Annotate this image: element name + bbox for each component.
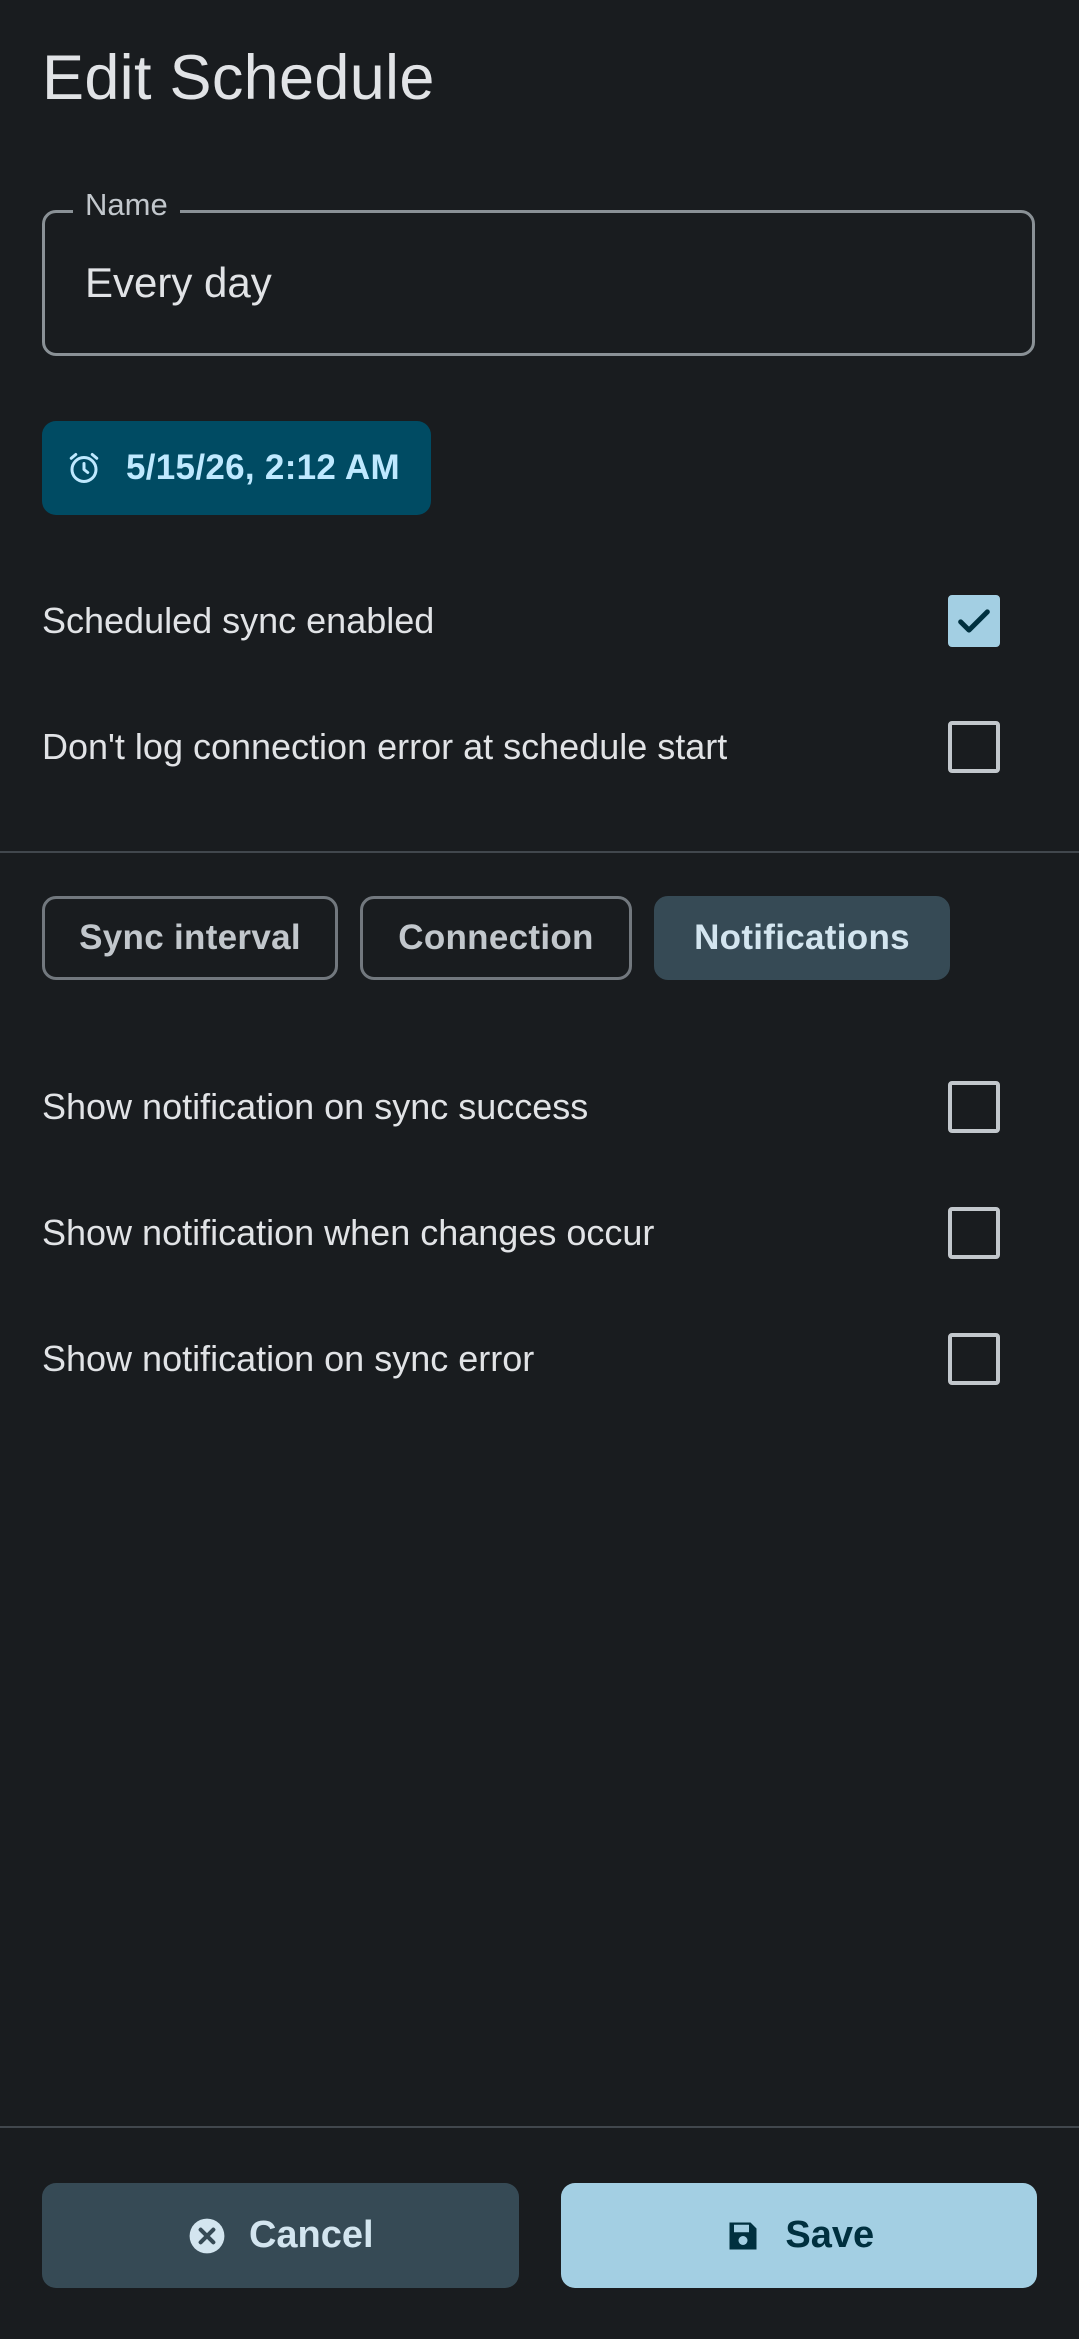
alarm-icon [64,448,104,488]
option-label: Don't log connection error at schedule s… [42,726,728,767]
tab-notifications[interactable]: Notifications [654,896,950,980]
tab-connection[interactable]: Connection [360,896,632,980]
dialog-title: Edit Schedule [42,43,435,113]
option-label: Show notification when changes occur [42,1212,655,1253]
save-disk-icon [723,2216,763,2256]
name-input[interactable]: Every day [85,259,272,307]
save-label: Save [785,2214,875,2256]
save-button[interactable]: Save [560,2183,1037,2288]
no-connection-error-checkbox[interactable] [948,721,1000,773]
section-divider [0,851,1079,853]
notification-sync-error[interactable]: Show notification on sync error [42,1319,1037,1399]
option-label: Show notification on sync error [42,1338,535,1379]
footer-divider [0,2126,1079,2128]
cancel-label: Cancel [248,2214,374,2256]
cancel-button[interactable]: Cancel [42,2183,519,2288]
option-no-connection-error-log[interactable]: Don't log connection error at schedule s… [42,707,1037,787]
action-bar: Cancel Save [42,2183,1037,2288]
name-field[interactable]: Name Every day [42,187,1035,356]
option-label: Show notification on sync success [42,1086,589,1127]
datetime-text: 5/15/26, 2:12 AM [126,448,400,487]
option-label: Scheduled sync enabled [42,600,435,641]
scheduled-sync-checkbox[interactable] [948,595,1000,647]
name-field-label: Name [73,187,180,223]
notification-changes-occur[interactable]: Show notification when changes occur [42,1193,1037,1273]
cancel-circle-icon [187,2216,227,2256]
sync-error-checkbox[interactable] [948,1333,1000,1385]
datetime-chip[interactable]: 5/15/26, 2:12 AM [42,421,431,515]
notification-sync-success[interactable]: Show notification on sync success [42,1067,1037,1147]
tab-sync-interval[interactable]: Sync interval [42,896,338,980]
changes-occur-checkbox[interactable] [948,1207,1000,1259]
option-scheduled-sync-enabled[interactable]: Scheduled sync enabled [42,581,1037,661]
tab-bar: Sync interval Connection Notifications [42,896,950,980]
check-icon [958,609,990,633]
sync-success-checkbox[interactable] [948,1081,1000,1133]
